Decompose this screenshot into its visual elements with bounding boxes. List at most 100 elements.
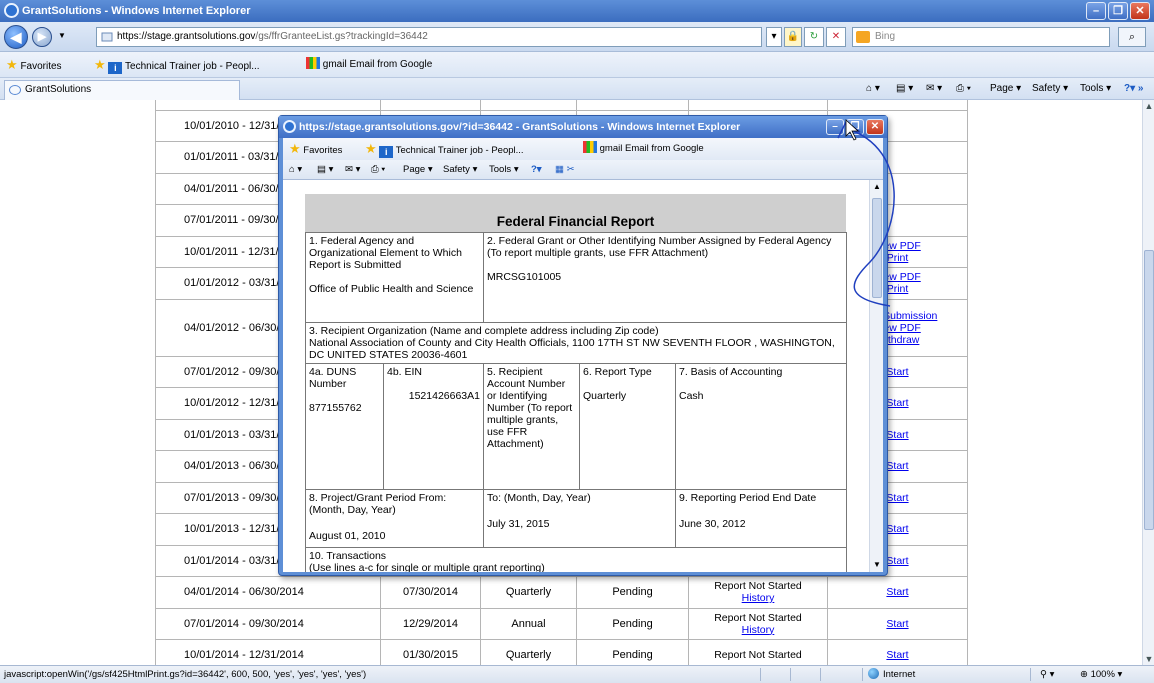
favorite-label-trainer-job: Technical Trainer job - Peopl... — [125, 61, 260, 72]
zoom-level: 100% — [1090, 669, 1115, 680]
safety-menu-label: Safety — [1032, 83, 1061, 94]
zoom-icon: ⊕ — [1080, 669, 1088, 680]
ffr-field-9-value: June 30, 2012 — [679, 518, 746, 530]
popup-safety-label: Safety — [443, 164, 470, 175]
security-zone[interactable]: Internet — [868, 666, 915, 683]
site-favicon-icon: i — [108, 62, 123, 74]
favorite-item-gmail[interactable]: gmail Email from Google — [306, 52, 432, 78]
forward-button[interactable]: ▶ — [32, 27, 52, 47]
bing-icon — [856, 31, 870, 43]
status-separator — [1030, 668, 1031, 681]
home-icon[interactable]: ⌂ ▾ — [866, 78, 880, 100]
due-date-text: 01/30/2015 — [402, 649, 459, 662]
tools-menu[interactable]: Tools ▾ — [1080, 78, 1111, 100]
lock-icon[interactable]: 🔒 — [784, 27, 802, 47]
back-button[interactable]: ◀ — [4, 25, 28, 49]
stop-icon[interactable]: ✕ — [826, 27, 846, 47]
address-toolbar: ◀ ▶ ▼ https://stage.grantsolutions.gov/g… — [0, 22, 1154, 52]
favorites-button[interactable]: ★ Favorites — [6, 52, 62, 80]
popup-scrollbar[interactable]: ▲ ▼ — [869, 180, 883, 572]
ffr-field-4b-label: 4b. EIN — [387, 366, 423, 378]
popup-favorite-trainer-job[interactable]: ★ i Technical Trainer job - Peopl... — [365, 138, 524, 162]
cell-due-date: 07/30/2014 — [380, 576, 481, 609]
popup-favorite-label-gmail: gmail Email from Google — [599, 143, 704, 154]
popup-tools-menu[interactable]: Tools ▾ — [489, 160, 519, 180]
popup-favorites-button[interactable]: ★ Favorites — [289, 138, 342, 162]
ffr-field-2-note: (To report multiple grants, use FFR Atta… — [487, 247, 709, 259]
popup-feeds-icon[interactable]: ▤ ▾ — [317, 160, 333, 180]
action-link[interactable]: Start — [828, 586, 967, 598]
feeds-icon[interactable]: ▤ ▾ — [896, 78, 913, 100]
popup-home-icon[interactable]: ⌂ ▾ — [289, 160, 302, 180]
search-input[interactable]: Bing — [852, 27, 1110, 47]
address-input[interactable]: https://stage.grantsolutions.gov/gs/ffrG… — [96, 27, 762, 47]
favorites-star-icon: ★ — [6, 57, 18, 72]
popup-page-menu[interactable]: Page ▾ — [403, 160, 433, 180]
favorite-item-trainer-job[interactable]: ★ i Technical Trainer job - Peopl... — [94, 52, 260, 80]
popup-help-icon[interactable]: ?▾ — [531, 160, 542, 180]
popup-minimize-button[interactable]: – — [826, 119, 844, 135]
popup-tools-label: Tools — [489, 164, 512, 175]
action-link[interactable]: Start — [828, 649, 967, 661]
grantsolutions-favicon-icon — [9, 85, 21, 95]
zoom-control[interactable]: ⊕ 100% ▾ — [1080, 666, 1122, 683]
page-menu[interactable]: Page ▾ — [990, 78, 1021, 100]
url-path: /gs/ffrGranteeList.gs?trackingId=36442 — [255, 31, 428, 42]
ffr-field-3-value: National Association of County and City … — [309, 337, 835, 361]
print-icon[interactable]: ⎙ ▾ — [956, 78, 971, 100]
ie-logo-icon — [4, 3, 19, 18]
popup-scrollbar-thumb[interactable] — [872, 198, 882, 298]
url-host: stage.grantsolutions.gov — [147, 31, 256, 42]
scroll-down-icon[interactable]: ▼ — [1143, 653, 1154, 665]
popup-print-icon[interactable]: ⎙ ▾ — [371, 160, 385, 180]
status-separator — [790, 668, 791, 681]
ffr-field-1-label: 1. Federal Agency and Organizational Ele… — [309, 235, 462, 271]
window-controls: – ❐ ✕ — [1086, 2, 1150, 20]
popup-page-label: Page — [403, 164, 426, 175]
history-link[interactable]: History — [689, 624, 827, 636]
status-url: javascript:openWin('/gs/sf425HtmlPrint.g… — [4, 669, 367, 680]
maximize-button[interactable]: ❐ — [1108, 2, 1128, 20]
cell-report-status: Report Not Started History — [688, 607, 828, 640]
safety-menu[interactable]: Safety ▾ — [1032, 78, 1068, 100]
ffr-field-10: 10. Transactions (Use lines a-c for sing… — [305, 547, 847, 572]
help-icon[interactable]: ?▾ » — [1124, 78, 1143, 100]
history-dropdown-icon[interactable]: ▼ — [58, 31, 66, 40]
cell-report-status: History — [688, 100, 828, 111]
popup-scroll-up-icon[interactable]: ▲ — [870, 180, 883, 194]
popup-scroll-down-icon[interactable]: ▼ — [870, 558, 883, 572]
scroll-up-icon[interactable]: ▲ — [1143, 100, 1154, 112]
popup-maximize-button[interactable]: ❐ — [846, 119, 864, 135]
scrollbar-thumb[interactable] — [1144, 250, 1154, 530]
gmail-favicon-icon — [306, 57, 320, 69]
popup-close-button[interactable]: ✕ — [866, 119, 884, 135]
report-status-text: Report Not Started — [714, 611, 802, 624]
address-dropdown-icon[interactable]: ▾ — [766, 27, 782, 47]
popup-star-icon: ★ — [289, 141, 301, 156]
popup-mail-icon[interactable]: ✉ ▾ — [345, 160, 360, 180]
protected-mode-icon[interactable]: ⚲ ▾ — [1040, 666, 1054, 683]
ffr-field-1-value: Office of Public Health and Science — [309, 283, 474, 295]
ffr-field-4a-label: 4a. DUNS Number — [309, 366, 357, 390]
ffr-field-7-label: 7. Basis of Accounting — [679, 366, 783, 378]
cell-status: Pending — [576, 639, 689, 665]
search-icon[interactable]: ⌕ — [1118, 27, 1146, 47]
refresh-icon[interactable]: ↻ — [804, 27, 824, 47]
close-button[interactable]: ✕ — [1130, 2, 1150, 20]
history-link[interactable]: History — [689, 592, 827, 604]
tab-grantsolutions[interactable]: GrantSolutions — [4, 80, 240, 100]
mail-icon[interactable]: ✉ ▾ — [926, 78, 942, 100]
popup-favorite-gmail[interactable]: gmail Email from Google — [583, 138, 704, 160]
popup-safety-menu[interactable]: Safety ▾ — [443, 160, 477, 180]
page-scrollbar[interactable]: ▲ ▼ — [1142, 100, 1154, 665]
popup-research-icon[interactable]: ▦ ✂ — [555, 160, 575, 180]
window-titlebar: GrantSolutions - Windows Internet Explor… — [0, 0, 1154, 22]
ffr-title: Federal Financial Report — [496, 214, 655, 229]
minimize-button[interactable]: – — [1086, 2, 1106, 20]
status-separator — [760, 668, 761, 681]
cell-period: 10/01/2014 - 12/31/2014 — [155, 639, 381, 665]
action-link[interactable]: Start — [828, 618, 967, 630]
ffr-field-10-note: (Use lines a-c for single or multiple gr… — [309, 562, 545, 572]
ffr-field-3-label: 3. Recipient Organization (Name and comp… — [309, 325, 659, 337]
ffr-field-6-label: 6. Report Type — [583, 366, 652, 378]
